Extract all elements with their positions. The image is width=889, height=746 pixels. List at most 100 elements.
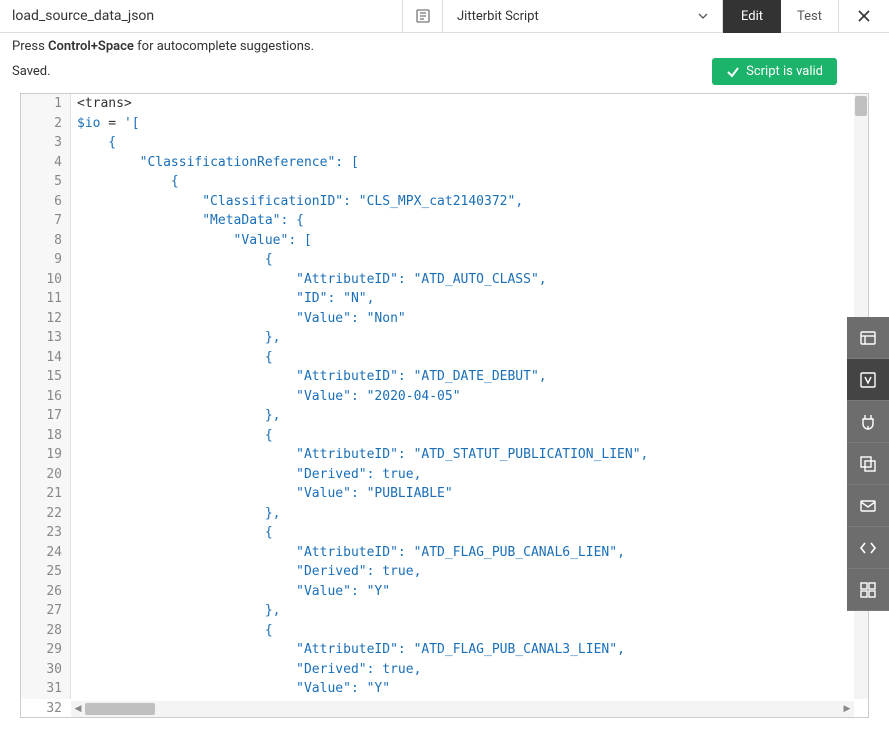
- line-number: 7: [21, 211, 62, 231]
- code-line[interactable]: "Value": "Non": [77, 309, 854, 329]
- code-line[interactable]: "AttributeID": "ATD_DATE_DEBUT",: [77, 367, 854, 387]
- check-icon: [726, 65, 740, 79]
- code-line[interactable]: "ClassificationID": "CLS_MPX_cat2140372"…: [77, 192, 854, 212]
- code-line[interactable]: {: [77, 172, 854, 192]
- code-line[interactable]: {: [77, 133, 854, 153]
- code-line[interactable]: },: [77, 504, 854, 524]
- line-number: 3: [21, 133, 62, 153]
- code-line[interactable]: },: [77, 328, 854, 348]
- line-number: 19: [21, 445, 62, 465]
- line-number: 9: [21, 250, 62, 270]
- code-line[interactable]: "AttributeID": "ATD_FLAG_PUB_CANAL6_LIEN…: [77, 543, 854, 563]
- palette-operations[interactable]: [847, 443, 889, 485]
- code-line[interactable]: "AttributeID": "ATD_FLAG_PUB_CANAL3_LIEN…: [77, 640, 854, 660]
- code-line[interactable]: {: [77, 426, 854, 446]
- code-line[interactable]: },: [77, 601, 854, 621]
- line-number: 27: [21, 601, 62, 621]
- code-line[interactable]: },: [77, 406, 854, 426]
- line-number: 5: [21, 172, 62, 192]
- script-title[interactable]: load_source_data_json: [0, 0, 403, 32]
- vertical-scroll-thumb[interactable]: [855, 96, 867, 116]
- palette-endpoints[interactable]: [847, 569, 889, 611]
- saved-label: Saved.: [12, 64, 51, 79]
- code-line[interactable]: "Value": [: [77, 231, 854, 251]
- code-line[interactable]: "MetaData": {: [77, 211, 854, 231]
- component-palette: [847, 317, 889, 611]
- code-line[interactable]: $io = '[: [77, 114, 854, 134]
- scroll-left-arrow[interactable]: ◀: [71, 704, 85, 714]
- line-number: 11: [21, 289, 62, 309]
- hint-prefix: Press: [12, 39, 48, 54]
- code-line[interactable]: [77, 699, 854, 700]
- line-number: 23: [21, 523, 62, 543]
- code-line[interactable]: "AttributeID": "ATD_STATUT_PUBLICATION_L…: [77, 445, 854, 465]
- valid-label: Script is valid: [746, 64, 823, 79]
- variables-icon: [858, 370, 878, 390]
- scroll-right-arrow[interactable]: ▶: [840, 704, 854, 714]
- line-number: 28: [21, 621, 62, 641]
- code-editor[interactable]: 1234567891011121314151617181920212223242…: [20, 93, 869, 718]
- line-number: 22: [21, 504, 62, 524]
- notes-button[interactable]: [403, 0, 443, 33]
- horizontal-scroll-track[interactable]: [85, 701, 840, 717]
- line-number: 31: [21, 679, 62, 699]
- line-number: 2: [21, 114, 62, 134]
- line-number: 16: [21, 387, 62, 407]
- line-number: 29: [21, 640, 62, 660]
- code-line[interactable]: {: [77, 250, 854, 270]
- code-line[interactable]: "Value": "PUBLIABLE": [77, 484, 854, 504]
- close-button[interactable]: [839, 0, 889, 33]
- note-icon: [415, 8, 431, 24]
- top-bar: load_source_data_json Jitterbit Script E…: [0, 0, 889, 33]
- hint-keys: Control+Space: [48, 39, 134, 54]
- line-number: 13: [21, 328, 62, 348]
- horizontal-scroll-thumb[interactable]: [85, 703, 155, 715]
- line-number: 20: [21, 465, 62, 485]
- line-number: 24: [21, 543, 62, 563]
- script-valid-badge: Script is valid: [712, 58, 837, 85]
- line-number: 21: [21, 484, 62, 504]
- line-number: 6: [21, 192, 62, 212]
- code-line[interactable]: {: [77, 621, 854, 641]
- code-line[interactable]: {: [77, 348, 854, 368]
- operations-icon: [858, 454, 878, 474]
- status-row: Saved. Script is valid: [0, 56, 889, 93]
- palette-scripts[interactable]: [847, 527, 889, 569]
- code-line[interactable]: "Derived": true,: [77, 562, 854, 582]
- line-number: 25: [21, 562, 62, 582]
- autocomplete-hint: Press Control+Space for autocomplete sug…: [0, 33, 889, 56]
- edit-button[interactable]: Edit: [723, 0, 781, 33]
- palette-notifications[interactable]: [847, 485, 889, 527]
- line-number-gutter: 1234567891011121314151617181920212223242…: [21, 94, 71, 699]
- palette-variables[interactable]: [847, 359, 889, 401]
- plugins-icon: [858, 412, 878, 432]
- language-select[interactable]: Jitterbit Script: [443, 0, 723, 33]
- code-line[interactable]: "Value": "2020-04-05": [77, 387, 854, 407]
- code-line[interactable]: "Value": "Y": [77, 582, 854, 602]
- line-number: 30: [21, 660, 62, 680]
- code-line[interactable]: "Derived": true,: [77, 660, 854, 680]
- palette-plugins[interactable]: [847, 401, 889, 443]
- line-number: 15: [21, 367, 62, 387]
- test-button[interactable]: Test: [781, 0, 839, 33]
- code-line[interactable]: <trans>: [77, 94, 854, 114]
- code-content[interactable]: <trans>$io = '[ { "ClassificationReferen…: [71, 94, 854, 699]
- chevron-down-icon: [698, 13, 708, 19]
- code-line[interactable]: {: [77, 523, 854, 543]
- code-line[interactable]: "Derived": true,: [77, 465, 854, 485]
- horizontal-scrollbar[interactable]: ◀ ▶: [71, 701, 854, 717]
- palette-source-objects[interactable]: [847, 317, 889, 359]
- line-number: 18: [21, 426, 62, 446]
- line-number: 14: [21, 348, 62, 368]
- endpoints-icon: [858, 580, 878, 600]
- code-line[interactable]: "AttributeID": "ATD_AUTO_CLASS",: [77, 270, 854, 290]
- line-number: 17: [21, 406, 62, 426]
- line-number: 12: [21, 309, 62, 329]
- language-label: Jitterbit Script: [457, 9, 539, 24]
- code-line[interactable]: "ClassificationReference": [: [77, 153, 854, 173]
- line-number: 10: [21, 270, 62, 290]
- code-line[interactable]: "Value": "Y": [77, 679, 854, 699]
- close-icon: [857, 9, 871, 23]
- code-line[interactable]: "ID": "N",: [77, 289, 854, 309]
- source-objects-icon: [858, 328, 878, 348]
